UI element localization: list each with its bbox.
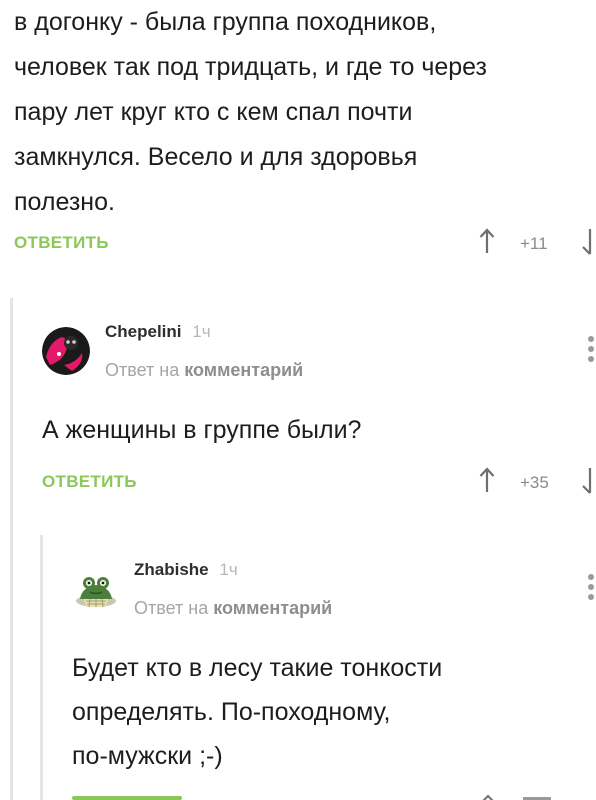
upvote-arrow-icon[interactable] (479, 228, 495, 254)
reply-to-label: Ответ на комментарий (105, 360, 303, 381)
reply-button[interactable]: ОТВЕТИТЬ (42, 472, 137, 492)
more-options-icon[interactable] (588, 574, 596, 604)
comment-author[interactable]: Zhabishe 1ч (134, 560, 238, 580)
comment-rating: +35 (520, 473, 549, 492)
more-options-icon[interactable] (588, 336, 596, 366)
thread-line (10, 298, 13, 800)
comment-time: 1ч (192, 322, 211, 341)
avatar-chepelini[interactable] (42, 327, 90, 375)
reply-button-cut[interactable] (72, 794, 182, 800)
thread-line (40, 535, 43, 800)
avatar-zhabishe[interactable] (72, 565, 120, 613)
author-name[interactable]: Zhabishe (134, 560, 209, 579)
comment-text-line: полезно. (14, 188, 115, 216)
downvote-arrow-icon[interactable] (580, 228, 596, 258)
comment-text-line: замкнулся. Весело и для здоровья (14, 143, 418, 171)
reply-to-link[interactable]: комментарий (213, 598, 332, 618)
author-name[interactable]: Chepelini (105, 322, 182, 341)
comment-author[interactable]: Chepelini 1ч (105, 322, 211, 342)
upvote-arrow-icon[interactable] (479, 467, 495, 493)
reply-button[interactable]: ОТВЕТИТЬ (14, 233, 109, 253)
comment-text-line: по-мужски ;-) (72, 742, 223, 770)
downvote-arrow-icon[interactable] (580, 467, 596, 497)
comment-text-line: в догонку - была группа походников, (14, 8, 437, 36)
reply-to-prefix: Ответ на (105, 360, 180, 380)
upvote-arrow-icon[interactable] (481, 790, 495, 800)
comment-body-top: в догонку - была группа походников, чело… (14, 0, 589, 225)
comment-text: А женщины в группе были? (42, 416, 362, 444)
comment-rating-cut (523, 794, 551, 800)
reply-to-link[interactable]: комментарий (184, 360, 303, 380)
comment-rating: +11 (520, 234, 548, 253)
comment-text-line: определять. По-походному, (72, 698, 391, 726)
reply-to-prefix: Ответ на (134, 598, 209, 618)
comment-text-line: Будет кто в лесу такие тонкости (72, 654, 443, 682)
comment-time: 1ч (219, 560, 238, 579)
reply-to-label: Ответ на комментарий (134, 598, 332, 619)
comment-text-line: человек так под тридцать, и где то через (14, 53, 487, 81)
comment-text-line: пару лет круг кто с кем спал почти (14, 98, 413, 126)
